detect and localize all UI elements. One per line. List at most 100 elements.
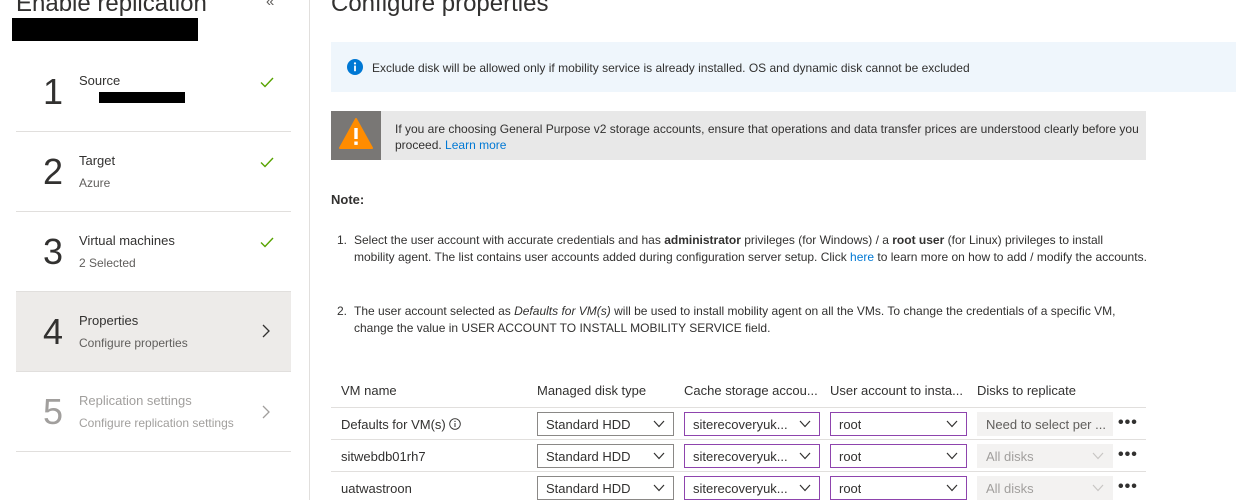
warning-banner-text: If you are choosing General Purpose v2 s… [395, 121, 1140, 153]
wizard-step-replication-settings: 5 Replication settings Configure replica… [16, 372, 291, 452]
vm-name: sitwebdb01rh7 [341, 449, 426, 464]
checkmark-icon [260, 77, 274, 88]
wizard-steps-pane: Enable replication « 1 Source 2 Target A… [0, 0, 310, 500]
note-text: The user account selected as Defaults fo… [354, 303, 1147, 337]
dropdown-value: Need to select per ... [986, 417, 1106, 432]
collapse-pane-button[interactable]: « [266, 0, 274, 10]
chevron-down-icon [799, 484, 811, 492]
chevron-down-icon [653, 420, 665, 428]
wizard-step-properties[interactable]: 4 Properties Configure properties [16, 292, 291, 372]
chevron-right-icon [262, 405, 270, 419]
column-header-vm-name: VM name [341, 383, 397, 398]
here-link[interactable]: here [850, 250, 874, 264]
note-segment: privileges (for Windows) / a [740, 233, 893, 247]
chevron-down-icon [1092, 484, 1104, 492]
dropdown-value: siterecoveryuk... [693, 449, 788, 464]
warning-message: If you are choosing General Purpose v2 s… [395, 122, 1139, 152]
disks-to-replicate-dropdown: All disks [977, 476, 1113, 500]
dropdown-value: Standard HDD [546, 417, 631, 432]
info-banner: Exclude disk will be allowed only if mob… [331, 42, 1236, 92]
cache-storage-dropdown[interactable]: siterecoveryuk... [684, 412, 820, 436]
dropdown-value: siterecoveryuk... [693, 417, 788, 432]
managed-disk-type-dropdown[interactable]: Standard HDD [537, 444, 674, 468]
step-title: Replication settings [79, 393, 192, 408]
note-number: 1. [337, 233, 348, 247]
chevron-down-icon [653, 484, 665, 492]
user-account-dropdown[interactable]: root [830, 476, 967, 500]
chevron-down-icon [799, 420, 811, 428]
step-title: Properties [79, 313, 139, 328]
chevron-down-icon [1092, 452, 1104, 460]
dropdown-value: All disks [986, 449, 1034, 464]
learn-more-link[interactable]: Learn more [445, 138, 506, 152]
more-options-button[interactable]: ••• [1118, 446, 1138, 464]
vm-name: uatwastroon [341, 481, 412, 496]
dropdown-value: siterecoveryuk... [693, 481, 788, 496]
vm-name: Defaults for VM(s) [341, 417, 446, 432]
column-header-disks-to-replicate: Disks to replicate [977, 383, 1076, 398]
column-header-managed-disk-type: Managed disk type [537, 383, 647, 398]
blade-title: Enable replication [16, 0, 207, 17]
page-title: Configure properties [331, 0, 549, 17]
step-subtitle: 2 Selected [79, 256, 136, 270]
note-text: Select the user account with accurate cr… [354, 232, 1147, 266]
chevron-down-icon [946, 420, 958, 428]
step-number: 2 [43, 151, 64, 192]
more-options-button[interactable]: ••• [1118, 478, 1138, 496]
checkmark-icon [260, 157, 274, 168]
step-title: Virtual machines [79, 233, 175, 248]
note-italic-defaults: Defaults for VM(s) [514, 304, 611, 318]
step-title: Target [79, 153, 116, 168]
dropdown-value: root [839, 481, 862, 496]
checkmark-icon [260, 237, 274, 248]
wizard-step-virtual-machines[interactable]: 3 Virtual machines 2 Selected [16, 212, 291, 292]
note-bold-root-user: root user [892, 233, 945, 247]
cache-storage-dropdown[interactable]: siterecoveryuk... [684, 476, 820, 500]
step-subtitle: Azure [79, 176, 111, 190]
user-account-dropdown[interactable]: root [830, 412, 967, 436]
redacted-block [12, 18, 198, 41]
info-icon[interactable] [448, 418, 461, 430]
table-row: Defaults for VM(s) Standard HDD sitereco… [331, 407, 1146, 439]
info-icon [347, 59, 363, 75]
table-row: uatwastroon Standard HDD siterecoveryuk.… [331, 471, 1146, 500]
dropdown-value: Standard HDD [546, 449, 631, 464]
chevron-down-icon [799, 452, 811, 460]
redacted-block [99, 92, 185, 103]
dropdown-value: root [839, 417, 862, 432]
step-number: 5 [43, 391, 64, 432]
cache-storage-dropdown[interactable]: siterecoveryuk... [684, 444, 820, 468]
wizard-step-source[interactable]: 1 Source [16, 52, 291, 132]
vm-name-cell: Defaults for VM(s) [341, 417, 461, 432]
note-bold-administrator: administrator [664, 233, 741, 247]
managed-disk-type-dropdown[interactable]: Standard HDD [537, 412, 674, 436]
step-number: 1 [43, 71, 64, 112]
step-subtitle: Configure replication settings [79, 416, 234, 430]
note-segment: to learn more on how to add / modify the… [874, 250, 1147, 264]
note-item: 2. The user account selected as Defaults… [337, 303, 1147, 339]
wizard-step-target[interactable]: 2 Target Azure [16, 132, 291, 212]
more-options-button[interactable]: ••• [1118, 414, 1138, 432]
user-account-dropdown[interactable]: root [830, 444, 967, 468]
disks-to-replicate-dropdown[interactable]: Need to select per ... [977, 412, 1113, 436]
managed-disk-type-dropdown[interactable]: Standard HDD [537, 476, 674, 500]
chevron-down-icon [946, 484, 958, 492]
note-item: 1. Select the user account with accurate… [337, 232, 1147, 284]
column-header-user-account: User account to insta... [830, 383, 963, 398]
chevron-down-icon [653, 452, 665, 460]
warning-icon [339, 118, 373, 149]
info-banner-text: Exclude disk will be allowed only if mob… [372, 61, 970, 75]
step-subtitle: Configure properties [79, 336, 188, 350]
dropdown-value: Standard HDD [546, 481, 631, 496]
dropdown-value: All disks [986, 481, 1034, 496]
step-number: 4 [43, 311, 64, 352]
dropdown-value: root [839, 449, 862, 464]
chevron-right-icon [262, 324, 270, 338]
column-header-cache-storage-account: Cache storage accou... [684, 383, 818, 398]
step-number: 3 [43, 231, 64, 272]
note-segment: The user account selected as [354, 304, 515, 318]
table-row: sitwebdb01rh7 Standard HDD siterecoveryu… [331, 439, 1146, 471]
chevron-down-icon [946, 452, 958, 460]
step-title: Source [79, 73, 121, 88]
note-segment: Select the user account with accurate cr… [354, 233, 665, 247]
